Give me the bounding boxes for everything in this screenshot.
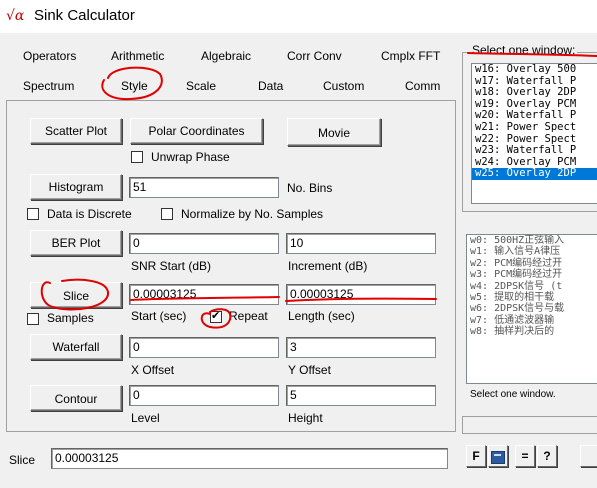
description-caption: Select one window. bbox=[470, 389, 556, 400]
normalize-checkbox[interactable] bbox=[161, 208, 173, 220]
equals-button[interactable]: = bbox=[515, 445, 535, 467]
height-input[interactable]: 5 bbox=[286, 385, 436, 406]
histogram-bins-input[interactable]: 51 bbox=[129, 177, 279, 198]
description-item[interactable]: w7: 低通滤波器输 bbox=[467, 315, 597, 326]
tab-comm[interactable]: Comm bbox=[405, 79, 440, 93]
tab-algebraic[interactable]: Algebraic bbox=[201, 49, 251, 63]
description-list[interactable]: w0: 500HZ正弦输入 w1: 输入信号A律压 w2: PCM编码经过开 w… bbox=[466, 234, 597, 384]
list-item[interactable]: w21: Power Spect bbox=[472, 121, 597, 134]
length-input[interactable]: 0.00003125 bbox=[286, 284, 436, 305]
calculator-icon bbox=[491, 451, 505, 464]
start-label: Start (sec) bbox=[131, 309, 187, 323]
description-item[interactable]: w1: 输入信号A律压 bbox=[467, 246, 597, 257]
length-label: Length (sec) bbox=[288, 309, 355, 323]
tab-corr-conv[interactable]: Corr Conv bbox=[287, 49, 342, 63]
unwrap-phase-label: Unwrap Phase bbox=[151, 150, 230, 164]
description-item[interactable]: w2: PCM编码经过开 bbox=[467, 258, 597, 269]
repeat-checkbox[interactable] bbox=[210, 309, 222, 323]
description-item[interactable]: w8: 抽样判决后的 bbox=[467, 326, 597, 337]
f-button[interactable]: F bbox=[466, 445, 486, 467]
select-window-title: Select one window: bbox=[470, 43, 578, 57]
small-panel bbox=[462, 416, 597, 434]
tab-arithmetic[interactable]: Arithmetic bbox=[111, 49, 164, 63]
data-discrete-label: Data is Discrete bbox=[47, 207, 132, 221]
x-offset-input[interactable]: 0 bbox=[129, 337, 279, 358]
tab-cmplx-fft[interactable]: Cmplx FFT bbox=[381, 49, 440, 63]
polar-coordinates-button[interactable]: Polar Coordinates bbox=[130, 118, 263, 144]
description-item[interactable]: w5: 提取的相干载 bbox=[467, 292, 597, 303]
window-title: Sink Calculator bbox=[34, 7, 135, 24]
style-panel bbox=[6, 100, 456, 432]
unwrap-phase-checkbox[interactable] bbox=[131, 151, 143, 163]
y-offset-input[interactable]: 3 bbox=[286, 337, 436, 358]
list-item-selected[interactable]: w25: Overlay 2DP bbox=[472, 168, 597, 180]
contour-button[interactable]: Contour bbox=[30, 385, 122, 411]
samples-checkbox[interactable] bbox=[27, 313, 39, 325]
ber-plot-button[interactable]: BER Plot bbox=[30, 230, 122, 256]
start-input[interactable]: 0.00003125 bbox=[129, 284, 279, 305]
samples-label: Samples bbox=[47, 311, 94, 325]
snr-start-input[interactable]: 0 bbox=[129, 233, 279, 254]
window-list[interactable]: w16: Overlay 500 w17: Waterfall P w18: O… bbox=[471, 63, 597, 204]
description-item[interactable]: w4: 2DPSK信号 (t bbox=[467, 281, 597, 292]
status-input[interactable]: 0.00003125 bbox=[51, 448, 448, 469]
tab-spectrum[interactable]: Spectrum bbox=[23, 79, 74, 93]
tab-custom[interactable]: Custom bbox=[323, 79, 364, 93]
tab-scale[interactable]: Scale bbox=[186, 79, 216, 93]
list-item[interactable]: w23: Waterfall P bbox=[472, 145, 597, 157]
scatter-plot-button[interactable]: Scatter Plot bbox=[30, 118, 122, 144]
tab-data[interactable]: Data bbox=[258, 79, 283, 93]
histogram-button[interactable]: Histogram bbox=[30, 174, 122, 200]
title-bar: √α Sink Calculator bbox=[0, 0, 597, 33]
repeat-label: Repeat bbox=[229, 309, 268, 323]
list-item[interactable]: w16: Overlay 500 bbox=[472, 64, 597, 76]
waterfall-button[interactable]: Waterfall bbox=[30, 334, 122, 360]
height-label: Height bbox=[288, 411, 323, 425]
x-offset-label: X Offset bbox=[131, 363, 175, 377]
y-offset-label: Y Offset bbox=[288, 363, 331, 377]
no-bins-label: No. Bins bbox=[287, 181, 333, 195]
help-button[interactable]: ? bbox=[537, 445, 557, 467]
data-discrete-checkbox[interactable] bbox=[27, 208, 39, 220]
level-input[interactable]: 0 bbox=[129, 385, 279, 406]
level-label: Level bbox=[131, 411, 160, 425]
increment-label: Increment (dB) bbox=[288, 259, 368, 273]
normalize-label: Normalize by No. Samples bbox=[181, 207, 324, 221]
calculator-button[interactable] bbox=[488, 445, 508, 467]
description-item[interactable]: w0: 500HZ正弦输入 bbox=[467, 235, 597, 246]
snr-start-label: SNR Start (dB) bbox=[131, 259, 212, 273]
status-label: Slice bbox=[9, 453, 36, 467]
movie-button[interactable]: Movie bbox=[287, 118, 381, 146]
slice-button[interactable]: Slice bbox=[30, 282, 122, 308]
description-item[interactable]: w6: 2DPSK信号与载 bbox=[467, 303, 597, 314]
tab-operators[interactable]: Operators bbox=[23, 49, 76, 63]
increment-input[interactable]: 10 bbox=[286, 233, 436, 254]
app-icon: √α bbox=[6, 8, 25, 24]
tab-style[interactable]: Style bbox=[121, 79, 148, 93]
description-item[interactable]: w3: PCM编码经过开 bbox=[467, 269, 597, 280]
extra-button[interactable] bbox=[580, 445, 597, 467]
